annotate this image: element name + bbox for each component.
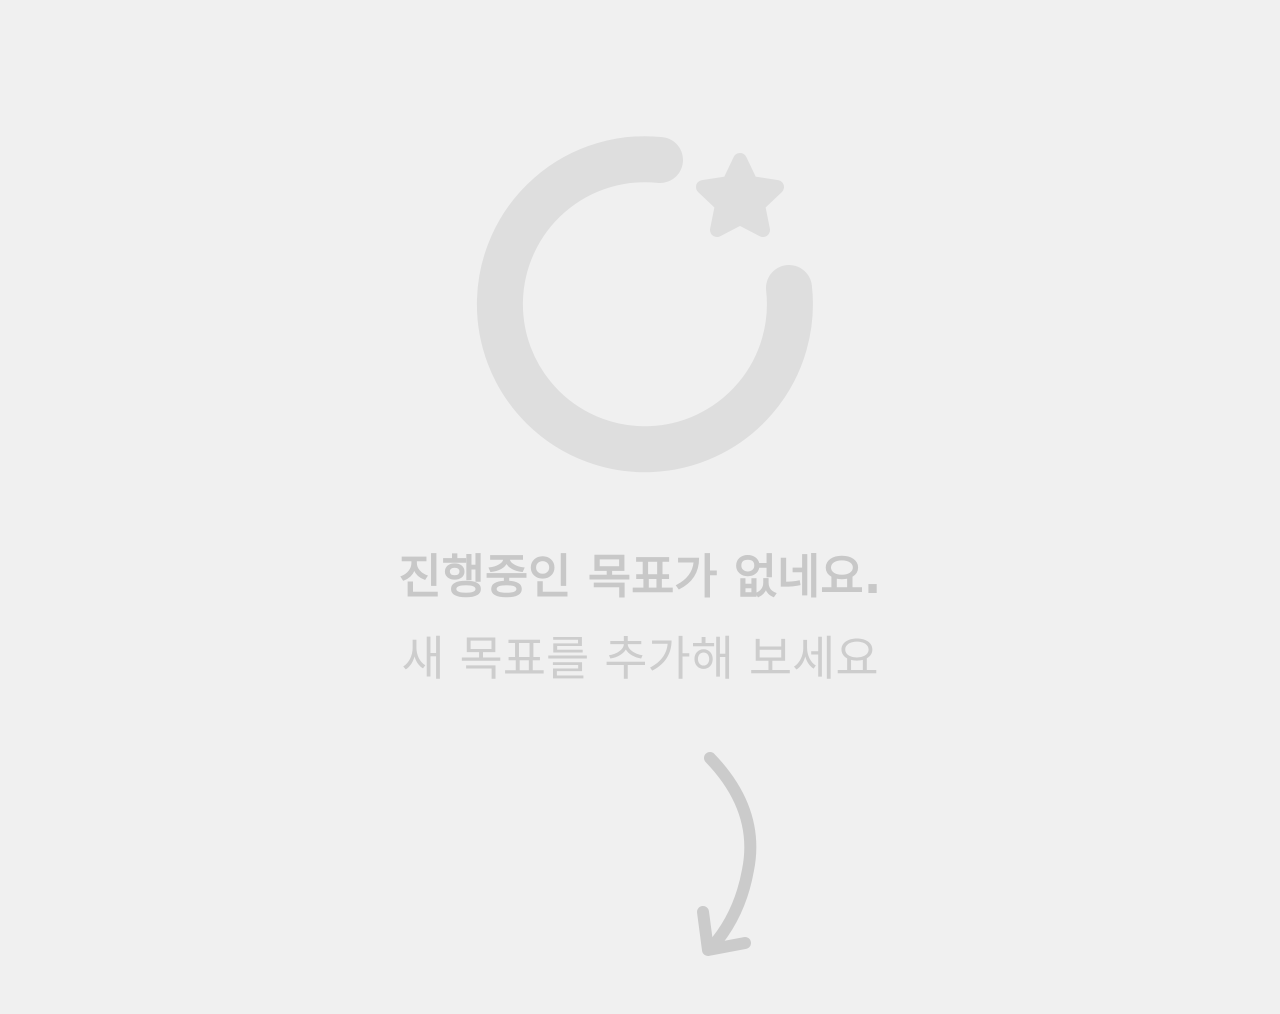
empty-state-illustration [476, 136, 813, 956]
empty-state-subtitle: 새 목표를 추가해 보세요 [401, 632, 879, 687]
star-icon [696, 153, 784, 237]
curved-arrow-down-icon [697, 752, 757, 956]
progress-ring-star-icon [476, 136, 813, 473]
empty-state-title: 진행중인 목표가 없네요. [398, 550, 882, 605]
